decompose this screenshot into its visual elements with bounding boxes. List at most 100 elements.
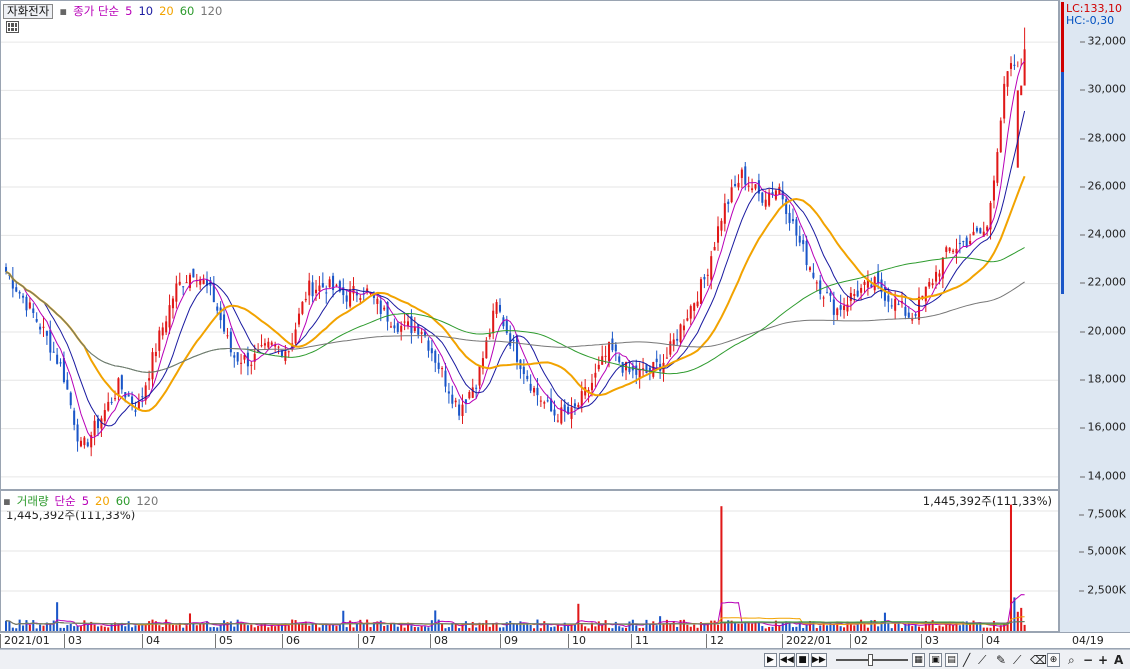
volume-bar bbox=[383, 625, 386, 631]
volume-bar bbox=[39, 624, 42, 631]
volume-bar bbox=[236, 619, 239, 631]
volume-bar bbox=[941, 626, 944, 631]
chart-settings-icon[interactable]: ▦ bbox=[912, 653, 925, 667]
volume-bar bbox=[897, 622, 900, 631]
volume-bar bbox=[270, 625, 273, 631]
volume-bar bbox=[158, 625, 161, 631]
volume-bar bbox=[134, 625, 137, 631]
candle-body bbox=[260, 345, 263, 347]
candle-body bbox=[907, 312, 910, 318]
price-tick: 22,000 bbox=[1079, 275, 1126, 289]
zoom-plus-button[interactable]: + bbox=[1098, 654, 1108, 666]
candle-body bbox=[958, 242, 961, 244]
volume-bar bbox=[638, 628, 641, 631]
scroll-right-button[interactable]: ▶ bbox=[764, 653, 777, 667]
volume-bar bbox=[93, 624, 96, 631]
candle-body bbox=[696, 301, 699, 307]
candle-body bbox=[267, 341, 270, 348]
volume-bar bbox=[802, 628, 805, 631]
volume-bar bbox=[199, 623, 202, 631]
zoom-in-icon[interactable]: ⊕ bbox=[1047, 653, 1060, 667]
draw-trend-icon[interactable]: ⟋ bbox=[978, 654, 986, 666]
candle-body bbox=[158, 330, 161, 351]
volume-axis: 7,500K 5,000K 2,500K bbox=[1059, 490, 1130, 632]
draw-line-icon[interactable]: ╱ bbox=[963, 654, 970, 666]
candle-body bbox=[478, 366, 481, 386]
volume-bar bbox=[587, 628, 590, 631]
candle-body bbox=[434, 350, 437, 363]
candle-body bbox=[277, 346, 280, 348]
volume-bar bbox=[917, 626, 921, 631]
stop-button[interactable]: ■ bbox=[796, 653, 809, 667]
zoom-slider-knob[interactable] bbox=[868, 654, 873, 666]
volume-bar bbox=[342, 610, 345, 631]
volume-bar bbox=[11, 627, 14, 631]
volume-bar bbox=[277, 625, 280, 631]
volume-bar bbox=[464, 621, 467, 631]
volume-chart-pane[interactable]: ▪ 거래량 단순 5 20 60 120 1,445,392주(111,33%)… bbox=[0, 490, 1059, 632]
volume-bar bbox=[635, 625, 638, 631]
candle-body bbox=[522, 366, 525, 375]
volume-bar bbox=[819, 625, 822, 631]
volume-bar bbox=[369, 627, 372, 631]
volume-bar bbox=[131, 627, 134, 631]
candle-body bbox=[849, 292, 852, 301]
candle-body bbox=[178, 281, 181, 285]
zoom-out-button[interactable]: − bbox=[1083, 654, 1093, 666]
draw-brush-icon[interactable]: ⟋ bbox=[1013, 654, 1021, 666]
scroll-last-button[interactable]: ▶▶ bbox=[811, 653, 827, 667]
volume-bar bbox=[35, 628, 38, 631]
candle-body bbox=[597, 364, 600, 370]
candle-body bbox=[127, 394, 130, 397]
candle-body bbox=[822, 297, 825, 299]
volume-bar bbox=[601, 625, 604, 631]
text-tool-button[interactable]: A bbox=[1114, 654, 1123, 666]
draw-eraser-icon[interactable]: ⌫ bbox=[1030, 654, 1047, 666]
price-tick: 28,000 bbox=[1079, 131, 1126, 145]
volume-bar bbox=[713, 620, 716, 631]
volume-bar bbox=[441, 623, 444, 631]
volume-bar bbox=[182, 627, 185, 631]
candle-body bbox=[969, 240, 972, 244]
date-tick: 03 bbox=[64, 634, 82, 648]
volume-bar bbox=[56, 602, 59, 631]
volume-bar bbox=[621, 627, 624, 631]
layout-icon[interactable]: ▤ bbox=[945, 653, 958, 667]
volume-bar bbox=[32, 620, 35, 631]
volume-bar bbox=[853, 625, 856, 631]
candle-body bbox=[808, 267, 812, 271]
candle-body bbox=[979, 228, 982, 234]
date-tick: 02 bbox=[850, 634, 868, 648]
candle-body bbox=[76, 424, 79, 442]
candle-body bbox=[498, 304, 502, 312]
volume-bar bbox=[710, 620, 713, 631]
candle-body bbox=[318, 285, 321, 292]
scroll-first-button[interactable]: ◀◀ bbox=[779, 653, 795, 667]
draw-pen-icon[interactable]: ✎ bbox=[996, 654, 1006, 666]
window-icon[interactable]: ▣ bbox=[929, 653, 942, 667]
volume-bar bbox=[539, 628, 542, 631]
price-chart-pane[interactable]: 자화전자 ▪ 종가 단순 5 10 20 60 120 bbox=[0, 0, 1059, 490]
volume-bar bbox=[280, 624, 283, 631]
candle-body bbox=[447, 391, 450, 394]
volume-bar bbox=[396, 626, 399, 631]
candle-body bbox=[604, 355, 607, 357]
candle-body bbox=[618, 356, 621, 363]
volume-bar bbox=[996, 628, 999, 631]
date-tick: 03 bbox=[921, 634, 939, 648]
candle-body bbox=[93, 420, 96, 436]
volume-bar bbox=[577, 603, 580, 631]
volume-bar bbox=[127, 621, 130, 631]
volume-bar bbox=[611, 628, 614, 631]
volume-bar bbox=[28, 624, 31, 631]
moving-average-line-5 bbox=[5, 60, 1026, 439]
search-icon[interactable]: ⌕ bbox=[1068, 654, 1075, 666]
candle-body bbox=[952, 250, 955, 252]
last-date-label: 04/19 bbox=[1072, 634, 1104, 647]
volume-bar bbox=[679, 620, 682, 631]
date-tick: 2021/01 bbox=[0, 634, 50, 648]
volume-bar bbox=[315, 624, 318, 631]
volume-bar bbox=[69, 623, 72, 631]
candle-body bbox=[110, 401, 113, 403]
volume-bar bbox=[246, 625, 249, 631]
